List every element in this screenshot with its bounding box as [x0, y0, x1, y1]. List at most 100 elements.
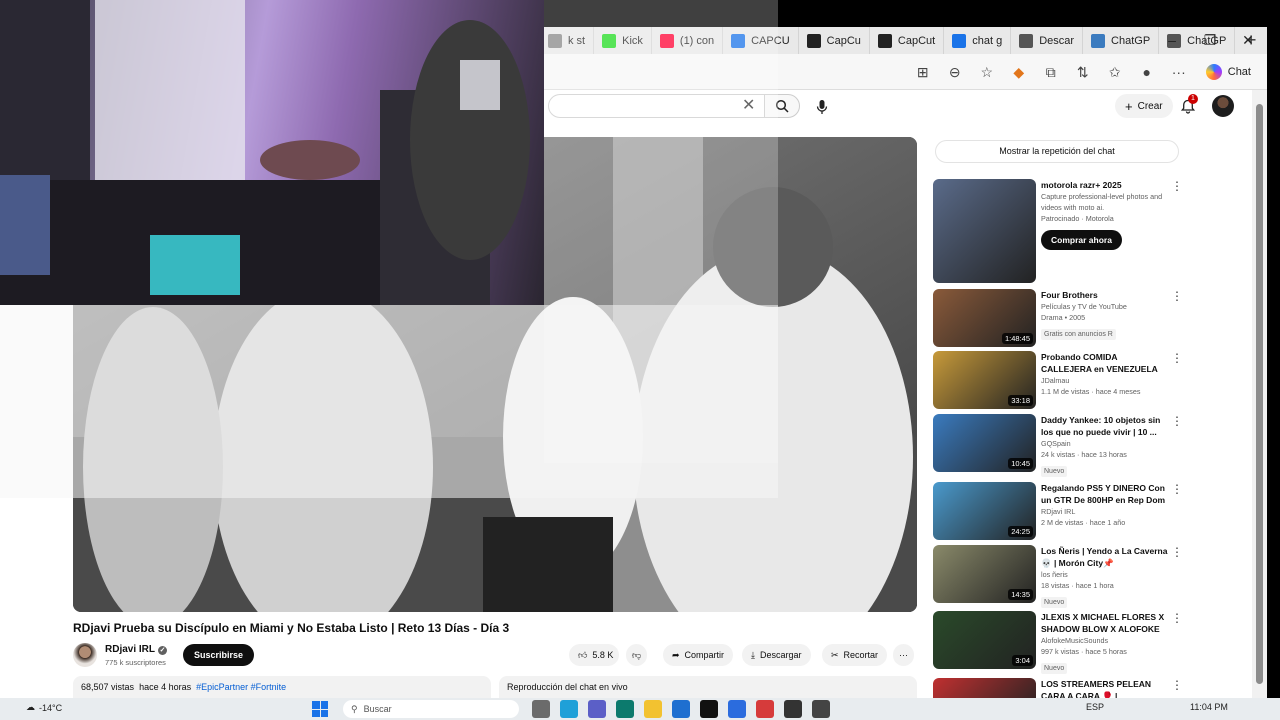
recommendation-item[interactable]: 33:18 Probando COMIDA CALLEJERA en VENEZU…: [933, 351, 1183, 415]
recommendation-thumbnail[interactable]: 1:48:45: [933, 289, 1036, 347]
obs-icon[interactable]: [784, 700, 802, 718]
recommendation-title[interactable]: Four Brothers: [1041, 289, 1169, 301]
shop-now-button[interactable]: Comprar ahora: [1041, 230, 1122, 250]
kebab-menu-icon[interactable]: ⋮: [1171, 545, 1183, 559]
recommendation-title[interactable]: JLEXIS X MICHAEL FLORES X SHADOW BLOW X …: [1041, 611, 1169, 635]
zoom-icon[interactable]: ⊖: [942, 59, 968, 85]
chat-replay-panel[interactable]: Reproducción del chat en vivo: [499, 676, 917, 698]
browser-tab[interactable]: Descar: [1011, 27, 1084, 54]
recommendation-thumbnail[interactable]: 24:25: [933, 482, 1036, 540]
channel-avatar[interactable]: [73, 643, 97, 667]
browser-tab[interactable]: Kick: [594, 27, 652, 54]
account-avatar[interactable]: [1212, 95, 1234, 117]
opera-icon[interactable]: [756, 700, 774, 718]
recommendation-title[interactable]: motorola razr+ 2025: [1041, 179, 1169, 191]
page-scrollbar[interactable]: [1252, 90, 1267, 698]
browser-tab[interactable]: ChatGP: [1083, 27, 1160, 54]
edge-icon[interactable]: [616, 700, 634, 718]
show-chat-replay-button[interactable]: Mostrar la repetición del chat: [935, 140, 1179, 163]
favorites-icon[interactable]: ✩: [1102, 59, 1128, 85]
browser-tab[interactable]: k st: [540, 27, 595, 54]
browser-tab-label: chat g: [972, 34, 1003, 47]
recommendation-item[interactable]: 10:45 Daddy Yankee: 10 objetos sin los qu…: [933, 414, 1183, 478]
recommendation-item[interactable]: motorola razr+ 2025 Capture professional-…: [933, 179, 1183, 289]
voice-search-button[interactable]: [808, 93, 836, 121]
recommendation-item[interactable]: 14:35 Los Ñeris | Yendo a La Caverna 💀 | …: [933, 545, 1183, 609]
clock[interactable]: 11:04 PM: [1190, 702, 1228, 712]
kebab-menu-icon[interactable]: ⋮: [1171, 289, 1183, 303]
start-button[interactable]: [312, 701, 328, 717]
profile-icon[interactable]: ●: [1134, 59, 1160, 85]
kebab-menu-icon[interactable]: ⋮: [1171, 482, 1183, 496]
recommendation-thumbnail[interactable]: 33:18: [933, 351, 1036, 409]
share-button[interactable]: ➦ Compartir: [663, 644, 734, 666]
like-button[interactable]: 👍︎ 5.8 K: [569, 644, 620, 666]
file-explorer-icon[interactable]: [644, 700, 662, 718]
recommendation-thumbnail[interactable]: [933, 179, 1036, 283]
copilot-chat-button[interactable]: Chat: [1198, 59, 1259, 85]
browser-tab[interactable]: CAPCU: [723, 27, 799, 54]
restore-icon[interactable]: ❐: [1191, 27, 1229, 54]
extensions-icon[interactable]: ⧉: [1038, 59, 1064, 85]
copilot-icon: [1205, 64, 1222, 80]
weather-widget[interactable]: ☁ -14°C: [26, 702, 62, 713]
description-box[interactable]: 68,507 vistas hace 4 horas #EpicPartner …: [73, 676, 491, 698]
recommendation-title[interactable]: Probando COMIDA CALLEJERA en VENEZUELA 🍗…: [1041, 351, 1169, 375]
browser-tab-label: CapCu: [826, 34, 861, 47]
recommendation-thumbnail[interactable]: 14:35: [933, 545, 1036, 603]
more-menu-icon[interactable]: ···: [1166, 59, 1192, 85]
search-input[interactable]: [548, 94, 764, 118]
mail-icon[interactable]: [672, 700, 690, 718]
create-button[interactable]: + Crear: [1115, 94, 1173, 118]
browser-tab[interactable]: (1) con: [652, 27, 724, 54]
taskbar-search[interactable]: ⚲ Buscar: [343, 700, 519, 718]
recommendation-meta: JDalmau: [1041, 376, 1070, 385]
apps-icon[interactable]: ⊞: [910, 59, 936, 85]
kebab-menu-icon[interactable]: ⋮: [1171, 179, 1183, 193]
scrollbar-thumb[interactable]: [1256, 104, 1263, 684]
dislike-button[interactable]: 👎︎: [626, 644, 648, 666]
teams-icon[interactable]: [588, 700, 606, 718]
favorite-star-icon[interactable]: ☆: [974, 59, 1000, 85]
close-icon[interactable]: ✕: [1229, 27, 1267, 54]
download-button[interactable]: ⤓ Descargar: [742, 644, 811, 666]
hashtags[interactable]: #EpicPartner #Fortnite: [196, 682, 286, 692]
minimize-icon[interactable]: –: [1153, 27, 1191, 54]
kebab-menu-icon[interactable]: ⋮: [1171, 414, 1183, 428]
recommendation-thumbnail[interactable]: 10:45: [933, 414, 1036, 472]
split-screen-icon[interactable]: ⇅: [1070, 59, 1096, 85]
kebab-menu-icon[interactable]: ⋮: [1171, 351, 1183, 365]
task-view-icon[interactable]: [532, 700, 550, 718]
recommendation-item[interactable]: 3:04 JLEXIS X MICHAEL FLORES X SHADOW BLO…: [933, 611, 1183, 675]
clear-search-icon[interactable]: ✕: [742, 95, 755, 115]
browser-tab[interactable]: CapCu: [799, 27, 870, 54]
recommendation-item[interactable]: 24:25 Regalando PS5 Y DINERO Con un GTR D…: [933, 482, 1183, 546]
clip-button[interactable]: ✂ Recortar: [822, 644, 888, 666]
language-indicator[interactable]: ESP: [1086, 702, 1104, 712]
subscribe-button[interactable]: Suscribirse: [183, 644, 255, 666]
recommendation-thumbnail[interactable]: 3:04: [933, 611, 1036, 669]
recommendation-title[interactable]: Regalando PS5 Y DINERO Con un GTR De 800…: [1041, 482, 1169, 506]
copilot-app-icon[interactable]: [560, 700, 578, 718]
capcut-app-icon[interactable]: [812, 700, 830, 718]
thumbs-up-icon: 👍︎: [578, 649, 588, 660]
recommendation-meta: RDjavi IRL: [1041, 507, 1076, 516]
search-button[interactable]: [764, 94, 800, 118]
channel-name[interactable]: RDjavi IRL ✓: [105, 644, 168, 655]
kebab-menu-icon[interactable]: ⋮: [1171, 611, 1183, 625]
duration-badge: 24:25: [1008, 526, 1033, 537]
browser-tab[interactable]: CapCut: [870, 27, 945, 54]
create-label: Crear: [1137, 100, 1163, 112]
view-count: 68,507 vistas: [81, 682, 135, 692]
word-icon[interactable]: [728, 700, 746, 718]
more-actions-button[interactable]: ···: [893, 644, 914, 666]
verified-icon: ✓: [158, 646, 168, 655]
recommendation-title[interactable]: Daddy Yankee: 10 objetos sin los que no …: [1041, 414, 1169, 438]
recommendation-item[interactable]: 1:48:45 Four Brothers Películas y TV de Yo…: [933, 289, 1183, 353]
recommendation-meta: 1.1 M de vistas · hace 4 meses: [1041, 387, 1141, 396]
browser-tab[interactable]: chat g: [944, 27, 1012, 54]
store-icon[interactable]: [700, 700, 718, 718]
metamask-extension-icon[interactable]: ◆: [1006, 59, 1032, 85]
recommendation-title[interactable]: Los Ñeris | Yendo a La Caverna 💀 | Morón…: [1041, 545, 1169, 569]
kebab-menu-icon[interactable]: ⋮: [1171, 678, 1183, 692]
